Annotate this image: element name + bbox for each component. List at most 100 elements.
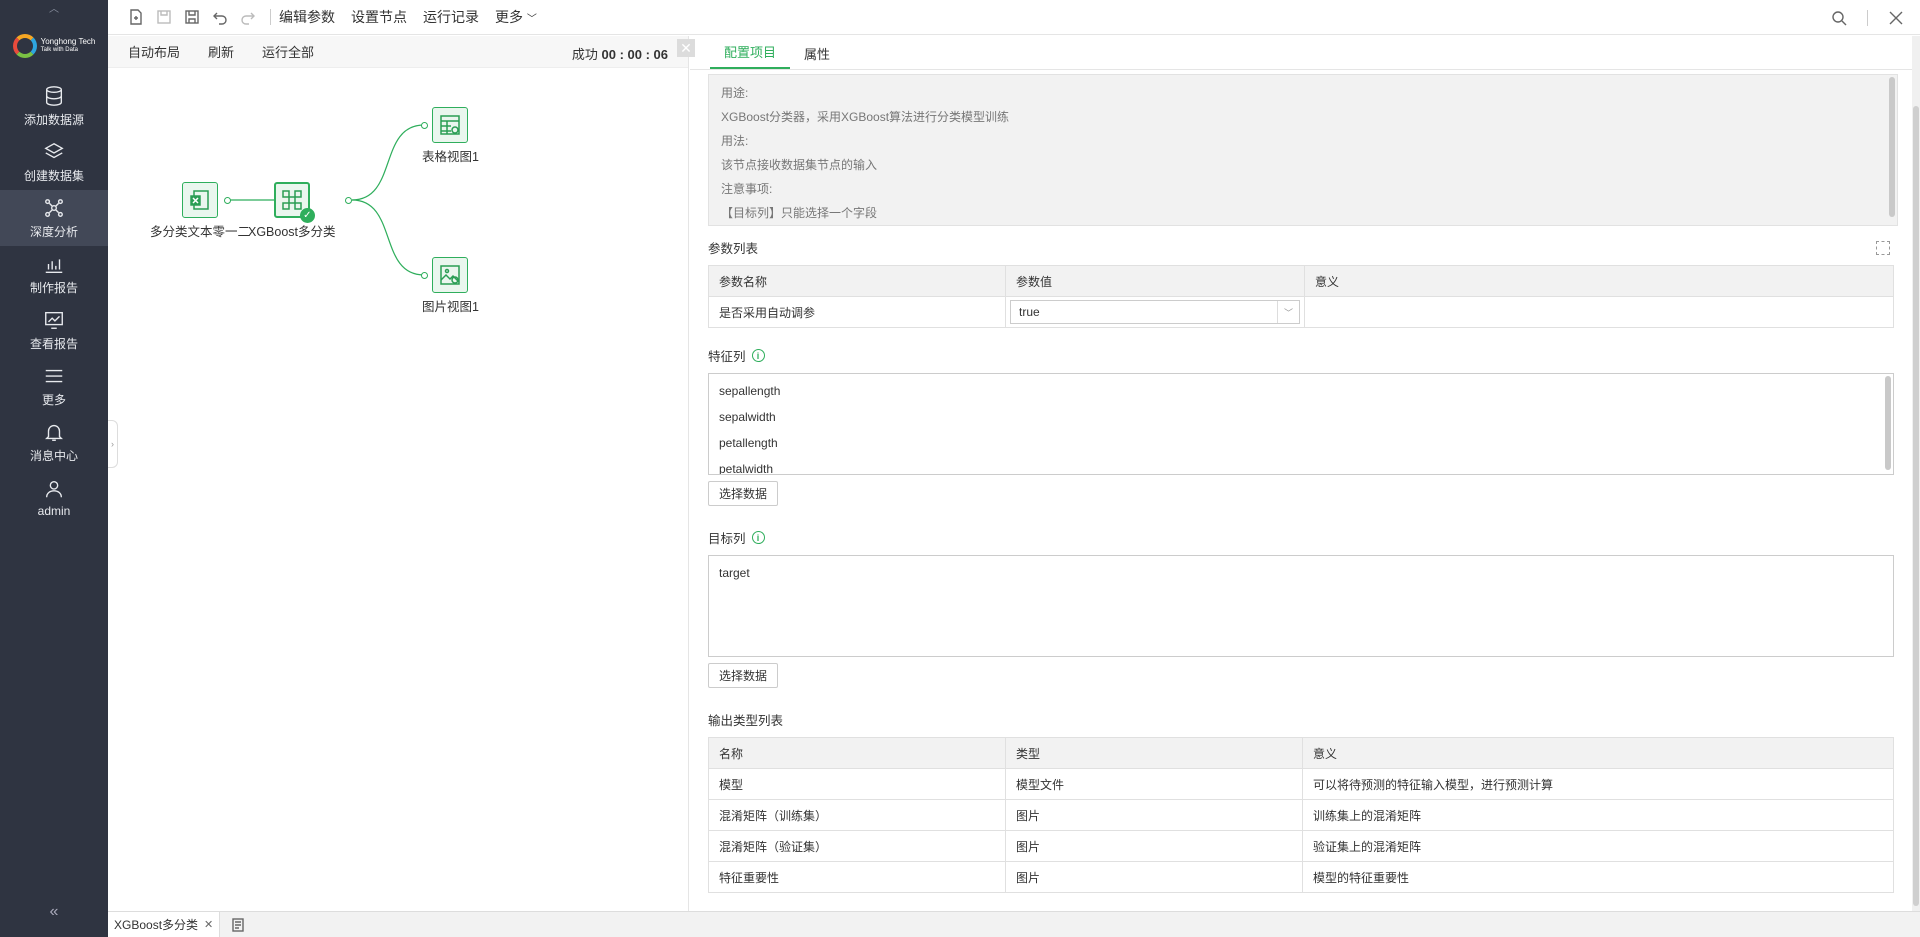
workflow-canvas[interactable]: 自动布局 刷新 运行全部 成功 00 : 00 : 06 多分类文本零一二 ✓ … <box>108 36 689 911</box>
monitor-chart-icon <box>45 311 63 329</box>
model-node-icon <box>282 190 302 210</box>
fullscreen-icon[interactable] <box>1876 240 1890 255</box>
set-node-button[interactable]: 设置节点 <box>351 7 407 27</box>
feature-col-title-text: 特征列 <box>708 350 746 364</box>
target-list[interactable]: target <box>708 555 1894 657</box>
col-header: 意义 <box>1304 265 1894 297</box>
more-menu-button[interactable]: 更多 ﹀ <box>495 7 537 27</box>
tab-menu-button[interactable] <box>224 911 252 937</box>
menu-icon <box>45 369 63 382</box>
logo-line2: Talk with Data <box>40 47 78 53</box>
node-xgb-out-port[interactable] <box>345 197 352 204</box>
new-file-button[interactable] <box>122 3 150 31</box>
node-source-box[interactable] <box>182 182 218 218</box>
select-target-data-button[interactable]: 选择数据 <box>708 663 779 688</box>
connector-xgb-table <box>351 124 425 201</box>
sidebar-item-add-datasource[interactable]: 添加数据源 <box>0 78 108 134</box>
list-item[interactable]: petalwidth <box>719 456 1883 474</box>
node-xgboost[interactable]: ✓ XGBoost多分类 <box>248 182 336 240</box>
run-log-button[interactable]: 运行记录 <box>423 7 479 27</box>
chevron-up-icon[interactable]: ︿ <box>0 0 108 15</box>
info-icon[interactable]: i <box>751 531 765 544</box>
bottom-tab-xgboost[interactable]: XGBoost多分类 ✕ <box>108 911 221 937</box>
collapse-sidebar-icon[interactable]: « <box>0 903 108 921</box>
list-item[interactable]: sepallength <box>719 378 1883 404</box>
save-as-button[interactable] <box>178 3 206 31</box>
panel-body: 用途: XGBoost分类器，采用XGBoost算法进行分类模型训练 用法: 该… <box>708 70 1898 893</box>
close-button[interactable] <box>1882 4 1910 32</box>
select-feature-data-button[interactable]: 选择数据 <box>708 481 779 506</box>
logo-line1: Yonghong Tech <box>40 37 96 46</box>
node-image-box[interactable] <box>432 257 469 293</box>
table-header-row: 名称 类型 意义 <box>708 737 1894 769</box>
node-xgb-box[interactable]: ✓ <box>273 182 315 223</box>
feature-list[interactable]: sepallength sepalwidth petallength petal… <box>708 373 1894 475</box>
sidebar-item-label: 消息中心 <box>29 448 78 463</box>
param-name-cell: 是否采用自动调参 <box>708 296 1006 328</box>
output-meaning-cell: 验证集上的混淆矩阵 <box>1302 830 1894 862</box>
node-source-out-port[interactable] <box>224 197 231 204</box>
redo-icon <box>241 12 255 25</box>
table-row: 混淆矩阵（验证集） 图片 验证集上的混淆矩阵 <box>708 830 1894 862</box>
info-icon[interactable]: i <box>751 349 765 362</box>
list-item[interactable]: petallength <box>719 430 1883 456</box>
table-row: 模型 模型文件 可以将待预测的特征输入模型，进行预测计算 <box>708 768 1894 800</box>
tab-properties[interactable]: 属性 <box>790 44 844 69</box>
search-button[interactable] <box>1825 4 1853 32</box>
node-table-box[interactable] <box>432 107 469 143</box>
undo-button[interactable] <box>206 3 234 31</box>
sidebar-item-view-report[interactable]: 查看报告 <box>0 302 108 358</box>
document-list-icon <box>232 917 244 932</box>
sidebar: ︿ Yonghong Tech Talk with Data 添加数据源 创建数据… <box>0 0 108 937</box>
sidebar-item-user[interactable]: admin <box>0 470 108 526</box>
redo-button[interactable] <box>234 3 262 31</box>
logo-ring-icon <box>12 34 37 58</box>
desc-line: 注意事项: <box>721 182 773 196</box>
close-tab-icon[interactable]: ✕ <box>204 918 213 931</box>
param-list-title: 参数列表 <box>708 238 1894 257</box>
sidebar-item-label: admin <box>37 504 71 518</box>
sidebar-item-message-center[interactable]: 消息中心 <box>0 414 108 470</box>
sidebar-item-label: 创建数据集 <box>23 168 84 183</box>
description-scrollbar[interactable] <box>1889 77 1895 217</box>
layers-icon <box>44 142 64 158</box>
sidebar-item-more[interactable]: 更多 <box>0 358 108 414</box>
edit-params-button[interactable]: 编辑参数 <box>279 7 335 27</box>
sidebar-item-create-dataset[interactable]: 创建数据集 <box>0 134 108 190</box>
table-header-row: 参数名称 参数值 意义 <box>708 265 1894 297</box>
node-source[interactable]: 多分类文本零一二 <box>150 182 250 240</box>
image-view-icon <box>440 265 461 285</box>
tab-config[interactable]: 配置项目 <box>710 42 791 69</box>
connector-xgb-image <box>351 199 425 276</box>
node-table-view[interactable]: 表格视图1 <box>422 107 479 165</box>
desc-line: 【目标列】只能选择一个字段 <box>721 206 878 220</box>
output-name-cell: 模型 <box>708 768 1006 800</box>
target-col-title-text: 目标列 <box>708 532 746 546</box>
auto-tune-select[interactable]: true ﹀ <box>1010 300 1300 324</box>
feature-list-scrollbar[interactable] <box>1885 376 1891 470</box>
save-as-icon <box>185 10 199 24</box>
panel-scrollbar-thumb[interactable] <box>1913 106 1919 906</box>
node-description: 用途: XGBoost分类器，采用XGBoost算法进行分类模型训练 用法: 该… <box>708 74 1898 226</box>
desc-line: XGBoost分类器，采用XGBoost算法进行分类模型训练 <box>721 110 1010 124</box>
sidebar-item-make-report[interactable]: 制作报告 <box>0 246 108 302</box>
list-item[interactable]: target <box>719 560 1883 586</box>
node-image-view[interactable]: 图片视图1 <box>422 257 479 315</box>
save-button[interactable] <box>150 3 178 31</box>
bottom-tab-bar: XGBoost多分类 ✕ <box>108 911 1920 937</box>
output-name-cell: 特征重要性 <box>708 861 1006 893</box>
sidebar-item-deep-analysis[interactable]: 深度分析 <box>0 190 108 246</box>
table-row: 特征重要性 图片 模型的特征重要性 <box>708 861 1894 893</box>
col-header: 意义 <box>1302 737 1894 769</box>
list-item[interactable]: sepalwidth <box>719 404 1883 430</box>
panel-scrollbar[interactable] <box>1912 36 1920 911</box>
output-type-cell: 图片 <box>1005 861 1303 893</box>
desc-line: 用法: <box>721 134 749 148</box>
database-icon <box>45 85 63 106</box>
expand-panel-handle[interactable]: › <box>108 420 118 468</box>
node-source-label: 多分类文本零一二 <box>150 225 251 239</box>
top-toolbar: 编辑参数 设置节点 运行记录 更多 ﹀ <box>108 0 1920 35</box>
node-image-label: 图片视图1 <box>422 300 479 314</box>
output-name-cell: 混淆矩阵（验证集） <box>708 830 1006 862</box>
col-header: 类型 <box>1005 737 1303 769</box>
